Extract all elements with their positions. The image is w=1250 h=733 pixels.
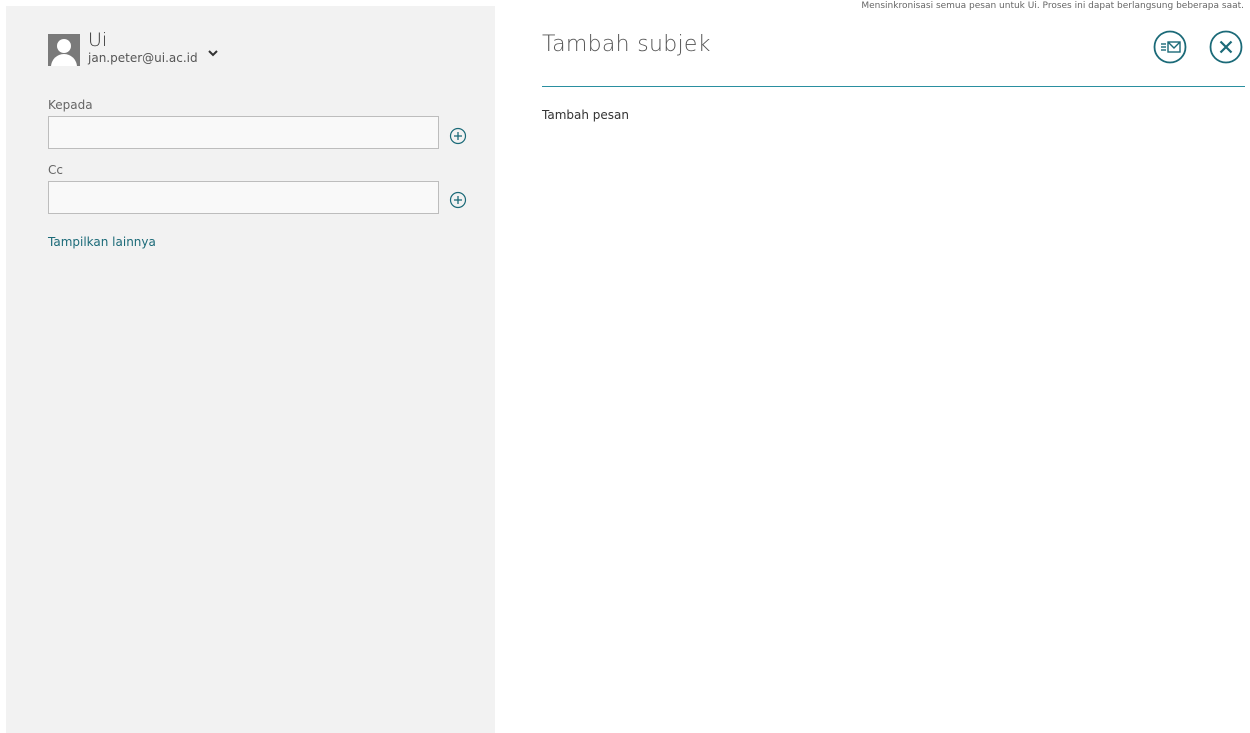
add-cc-recipient-icon[interactable]: [449, 191, 467, 209]
avatar-body: [51, 54, 77, 66]
cc-field-label: Cc: [48, 163, 63, 177]
account-name: Ui: [88, 29, 108, 51]
sync-status-text: Mensinkronisasi semua pesan untuk Ui. Pr…: [861, 1, 1244, 11]
to-field[interactable]: [48, 116, 439, 149]
show-more-link[interactable]: Tampilkan lainnya: [48, 235, 156, 249]
chevron-down-icon[interactable]: [206, 46, 220, 60]
close-icon[interactable]: [1209, 30, 1243, 64]
message-body-field[interactable]: Tambah pesan: [542, 108, 629, 122]
to-field-label: Kepada: [48, 98, 93, 112]
avatar-head: [57, 39, 71, 53]
add-to-recipient-icon[interactable]: [449, 127, 467, 145]
avatar: [48, 34, 80, 66]
account-email: jan.peter@ui.ac.id: [88, 51, 198, 65]
subject-divider: [542, 86, 1245, 87]
account-info: Ui jan.peter@ui.ac.id: [88, 30, 198, 66]
send-mail-icon[interactable]: [1153, 30, 1187, 64]
subject-field[interactable]: Tambah subjek: [542, 32, 711, 57]
cc-field[interactable]: [48, 181, 439, 214]
account-switcher[interactable]: Ui jan.peter@ui.ac.id: [48, 30, 220, 70]
